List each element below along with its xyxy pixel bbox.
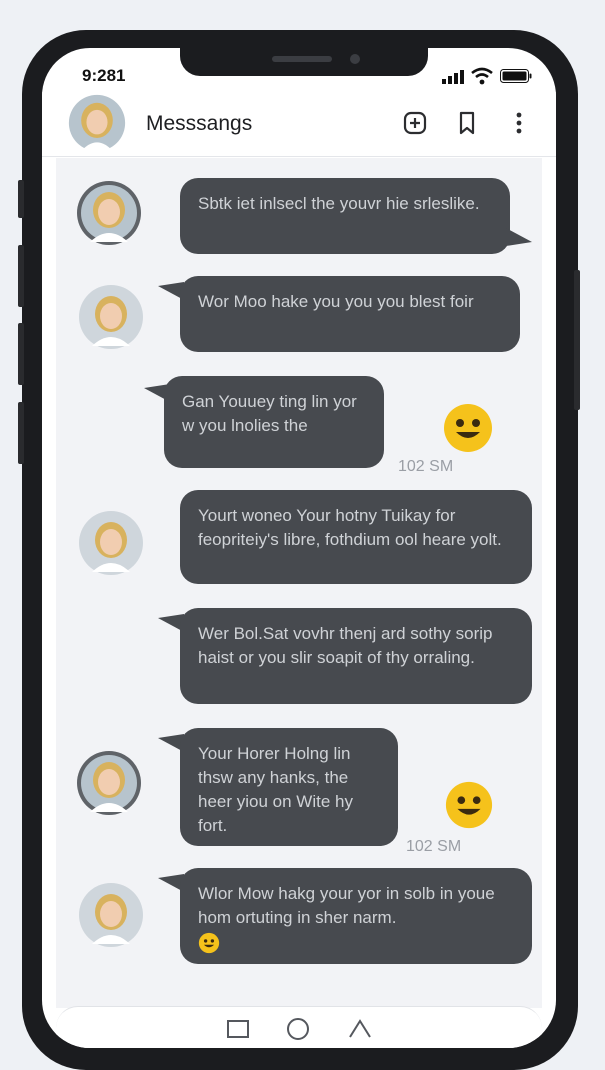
message-timestamp: 102 SM bbox=[406, 838, 462, 855]
compose-icon[interactable] bbox=[400, 108, 430, 138]
status-time: 9:281 bbox=[82, 66, 126, 85]
wifi-icon bbox=[471, 67, 493, 85]
message-text: Wlor Mow hakg your yor in solb in youe h… bbox=[198, 884, 495, 927]
phone-screen: 9:281 Messsangs Sbtk iet inlsecl the you… bbox=[42, 48, 556, 1048]
volume-down-button bbox=[18, 323, 24, 385]
smiling-emoji-icon bbox=[445, 781, 493, 829]
battery-icon bbox=[500, 69, 532, 83]
volume-up-button bbox=[18, 245, 24, 307]
page-title: Messsangs bbox=[146, 112, 253, 135]
tab-home-icon[interactable] bbox=[346, 1015, 374, 1041]
message-bubble[interactable]: Wlor Mow hakg your yor in solb in youe h… bbox=[180, 868, 532, 964]
avatar[interactable] bbox=[78, 510, 144, 576]
message-bubble[interactable]: Wor Moo hake you you you blest foir bbox=[180, 276, 520, 352]
message-bubble[interactable]: Gan Youuey ting lin yor w you lnolies th… bbox=[164, 376, 384, 468]
conversation-header: Messsangs bbox=[42, 92, 556, 157]
tab-chat-icon[interactable] bbox=[224, 1015, 252, 1041]
avatar[interactable] bbox=[76, 750, 142, 816]
message-bubble[interactable]: Sbtk iet inlsecl the youvr hie srleslike… bbox=[180, 178, 510, 254]
avatar[interactable] bbox=[78, 284, 144, 350]
camera-notch bbox=[180, 48, 428, 76]
message-list[interactable]: Sbtk iet inlsecl the youvr hie srleslike… bbox=[56, 158, 542, 1008]
avatar[interactable] bbox=[76, 180, 142, 246]
avatar[interactable] bbox=[78, 882, 144, 948]
smiling-emoji-icon bbox=[198, 932, 220, 954]
grinning-emoji-icon bbox=[444, 404, 492, 452]
front-camera bbox=[350, 54, 360, 64]
message-timestamp: 102 SM bbox=[398, 458, 454, 475]
more-vertical-icon[interactable] bbox=[504, 108, 534, 138]
bubble-tail bbox=[506, 228, 532, 246]
message-text: Yourt woneo Your hotny Tuikay for feopri… bbox=[198, 506, 502, 549]
message-bubble[interactable]: Yourt woneo Your hotny Tuikay for feopri… bbox=[180, 490, 532, 584]
message-text: Your Horer Holng lin thsw any hanks, the… bbox=[198, 744, 353, 835]
mute-switch bbox=[18, 180, 24, 218]
message-bubble[interactable]: Your Horer Holng lin thsw any hanks, the… bbox=[180, 728, 398, 846]
speaker-grille bbox=[272, 56, 332, 62]
message-text: Wer Bol.Sat vovhr thenj ard sothy sorip … bbox=[198, 624, 493, 667]
power-button bbox=[574, 270, 580, 410]
message-text: Gan Youuey ting lin yor w you lnolies th… bbox=[182, 392, 357, 435]
signal-icon bbox=[442, 70, 464, 84]
side-button-left bbox=[18, 402, 24, 464]
tab-search-icon[interactable] bbox=[284, 1015, 312, 1041]
message-bubble[interactable]: Wer Bol.Sat vovhr thenj ard sothy sorip … bbox=[180, 608, 532, 704]
message-text: Sbtk iet inlsecl the youvr hie srleslike… bbox=[198, 194, 480, 213]
message-text: Wor Moo hake you you you blest foir bbox=[198, 292, 474, 311]
bottom-tab-bar bbox=[56, 1006, 542, 1048]
avatar[interactable] bbox=[68, 94, 126, 152]
bookmark-icon[interactable] bbox=[452, 108, 482, 138]
